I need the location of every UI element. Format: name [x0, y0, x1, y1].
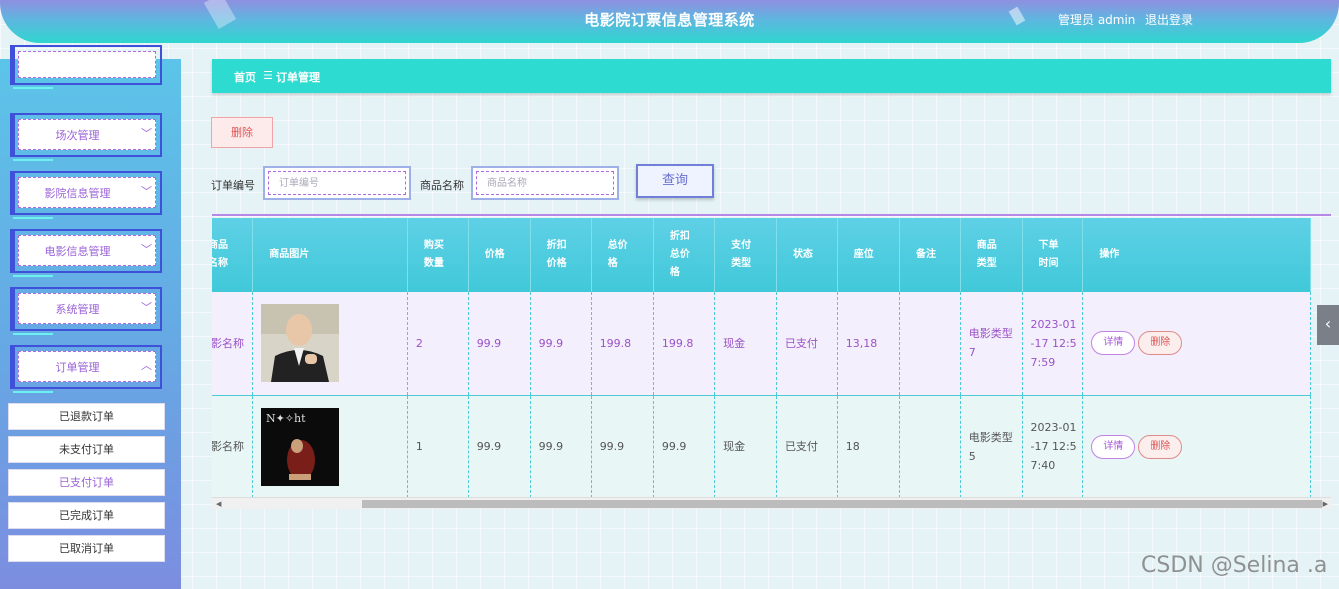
- col-header: 下单 时间: [1022, 218, 1084, 292]
- product-name-field: [471, 166, 619, 200]
- chevron-down-icon: ﹀: [141, 301, 152, 314]
- cell-disc-total: 199.8: [653, 292, 716, 396]
- menu-label: 场次管理: [55, 129, 100, 142]
- col-header: 商品图片: [252, 218, 408, 292]
- cell-price: 99.9: [468, 292, 531, 396]
- cell-name: 电影名称: [212, 395, 254, 499]
- col-header: 商品 类型: [960, 218, 1023, 292]
- col-header: 操作: [1082, 218, 1311, 292]
- app-title: 电影院订票信息管理系统: [584, 11, 755, 29]
- cell-image: N✦✧ht: [252, 395, 408, 499]
- scrollbar-thumb[interactable]: [362, 500, 1322, 508]
- cell-type: 电影类型5: [960, 395, 1023, 499]
- col-header: 支付 类型: [714, 218, 777, 292]
- col-header: 价格: [468, 218, 531, 292]
- cell-qty: 1: [407, 395, 469, 499]
- cell-disc-price: 99.9: [530, 292, 592, 396]
- cell-image: [252, 292, 408, 396]
- chevron-up-icon: ︿: [141, 359, 152, 372]
- col-header: 座位: [837, 218, 900, 292]
- cell-seat: 18: [837, 395, 900, 499]
- cell-total: 199.8: [591, 292, 654, 396]
- order-no-field: [263, 166, 411, 200]
- col-header: 总价 格: [591, 218, 654, 292]
- portrait-photo[interactable]: [261, 304, 340, 383]
- order-no-input[interactable]: [268, 171, 406, 195]
- watermark: CSDN @Selina .a: [1141, 553, 1328, 578]
- cell-time: 2023-01-17 12:57:59: [1022, 292, 1084, 396]
- submenu-completed[interactable]: 已完成订单: [8, 502, 165, 529]
- order-no-label: 订单编号: [211, 179, 255, 192]
- svg-text:N✦✧ht: N✦✧ht: [266, 412, 306, 425]
- product-name-input[interactable]: [476, 171, 614, 195]
- cell-pay-type: 现金: [714, 292, 777, 396]
- cell-note: [899, 395, 961, 499]
- breadcrumb-current: 订单管理: [276, 71, 320, 84]
- submenu-cancelled[interactable]: 已取消订单: [8, 535, 165, 562]
- cell-qty: 2: [407, 292, 469, 396]
- menu-label: 系统管理: [55, 303, 100, 316]
- col-header: 折扣 总价 格: [653, 218, 716, 292]
- orders-table-container: 商品 名称 商品图片 购买 数量 价格 折扣 价格 总价 格 折扣 总价 格 支…: [212, 214, 1331, 510]
- cell-status: 已支付: [776, 292, 838, 396]
- cell-actions: 详情 删除: [1082, 292, 1311, 396]
- sidebar-menu-cinema[interactable]: 影院信息管理 ﹀: [10, 171, 162, 219]
- scroll-right-icon[interactable]: ▶: [1323, 498, 1328, 510]
- chevron-down-icon: ﹀: [141, 243, 152, 256]
- col-header: 状态: [776, 218, 838, 292]
- table-row[interactable]: 电影名称 2 99.9 99.9 199.8 199.8 现金: [212, 292, 1311, 396]
- cell-status: 已支付: [776, 395, 838, 499]
- sidebar-menu-partial[interactable]: [10, 45, 162, 89]
- col-header: 备注: [899, 218, 961, 292]
- table-header-row: 商品 名称 商品图片 购买 数量 价格 折扣 价格 总价 格 折扣 总价 格 支…: [212, 218, 1311, 292]
- cell-disc-price: 99.9: [530, 395, 592, 499]
- product-name-label: 商品名称: [420, 179, 464, 192]
- menu-icon: ☰: [263, 69, 273, 82]
- cell-note: [899, 292, 961, 396]
- col-header: 购买 数量: [407, 218, 469, 292]
- current-user: 管理员 admin: [1058, 13, 1136, 27]
- menu-label: 订单管理: [55, 361, 100, 374]
- collapse-panel-icon[interactable]: ‹: [1317, 305, 1339, 345]
- detail-button[interactable]: 详情: [1091, 331, 1136, 356]
- menu-label: 影院信息管理: [44, 187, 111, 200]
- cell-disc-total: 99.9: [653, 395, 716, 499]
- cell-total: 99.9: [591, 395, 654, 499]
- orders-table: 商品 名称 商品图片 购买 数量 价格 折扣 价格 总价 格 折扣 总价 格 支…: [212, 218, 1311, 499]
- chevron-down-icon: ﹀: [141, 185, 152, 198]
- breadcrumb: 首页 ☰ 订单管理: [212, 59, 1331, 93]
- query-button[interactable]: 查询: [636, 164, 714, 198]
- table-row[interactable]: 电影名称 N✦✧ht 1 99.9 99.9 99.9 99.9 现金 已支付: [212, 395, 1311, 499]
- sidebar-menu-system[interactable]: 系统管理 ﹀: [10, 287, 162, 335]
- breadcrumb-home[interactable]: 首页: [234, 69, 256, 85]
- cell-type: 电影类型7: [960, 292, 1023, 396]
- sidebar-menu-orders[interactable]: 订单管理 ︿: [10, 345, 162, 393]
- horizontal-scrollbar[interactable]: ◀ ▶: [212, 497, 1331, 509]
- top-header: 电影院订票信息管理系统 管理员 admin 退出登录: [0, 0, 1339, 43]
- sidebar-menu-movie[interactable]: 电影信息管理 ﹀: [10, 229, 162, 277]
- submenu-paid[interactable]: 已支付订单: [8, 469, 165, 496]
- col-header: 商品 名称: [212, 218, 254, 292]
- movie-poster[interactable]: N✦✧ht: [261, 407, 340, 486]
- cell-time: 2023-01-17 12:57:40: [1022, 395, 1084, 499]
- menu-label: 电影信息管理: [44, 245, 111, 258]
- delete-row-button[interactable]: 删除: [1138, 434, 1183, 459]
- col-header: 折扣 价格: [530, 218, 592, 292]
- logout-link[interactable]: 退出登录: [1145, 11, 1193, 28]
- cell-seat: 13,18: [837, 292, 900, 396]
- delete-row-button[interactable]: 删除: [1138, 331, 1183, 356]
- submenu-unpaid[interactable]: 未支付订单: [8, 436, 165, 463]
- delete-button[interactable]: 删除: [211, 117, 273, 148]
- cell-name: 电影名称: [212, 292, 254, 396]
- cell-actions: 详情 删除: [1082, 395, 1311, 499]
- scroll-left-icon[interactable]: ◀: [216, 498, 221, 510]
- sidebar: 场次管理 ﹀ 影院信息管理 ﹀ 电影信息管理 ﹀ 系统管理 ﹀ 订单管理 ︿ 已…: [0, 45, 181, 589]
- detail-button[interactable]: 详情: [1091, 434, 1136, 459]
- cell-pay-type: 现金: [714, 395, 777, 499]
- sidebar-menu-schedule[interactable]: 场次管理 ﹀: [10, 113, 162, 161]
- cell-price: 99.9: [468, 395, 531, 499]
- chevron-down-icon: ﹀: [141, 127, 152, 140]
- submenu-refunded[interactable]: 已退款订单: [8, 403, 165, 430]
